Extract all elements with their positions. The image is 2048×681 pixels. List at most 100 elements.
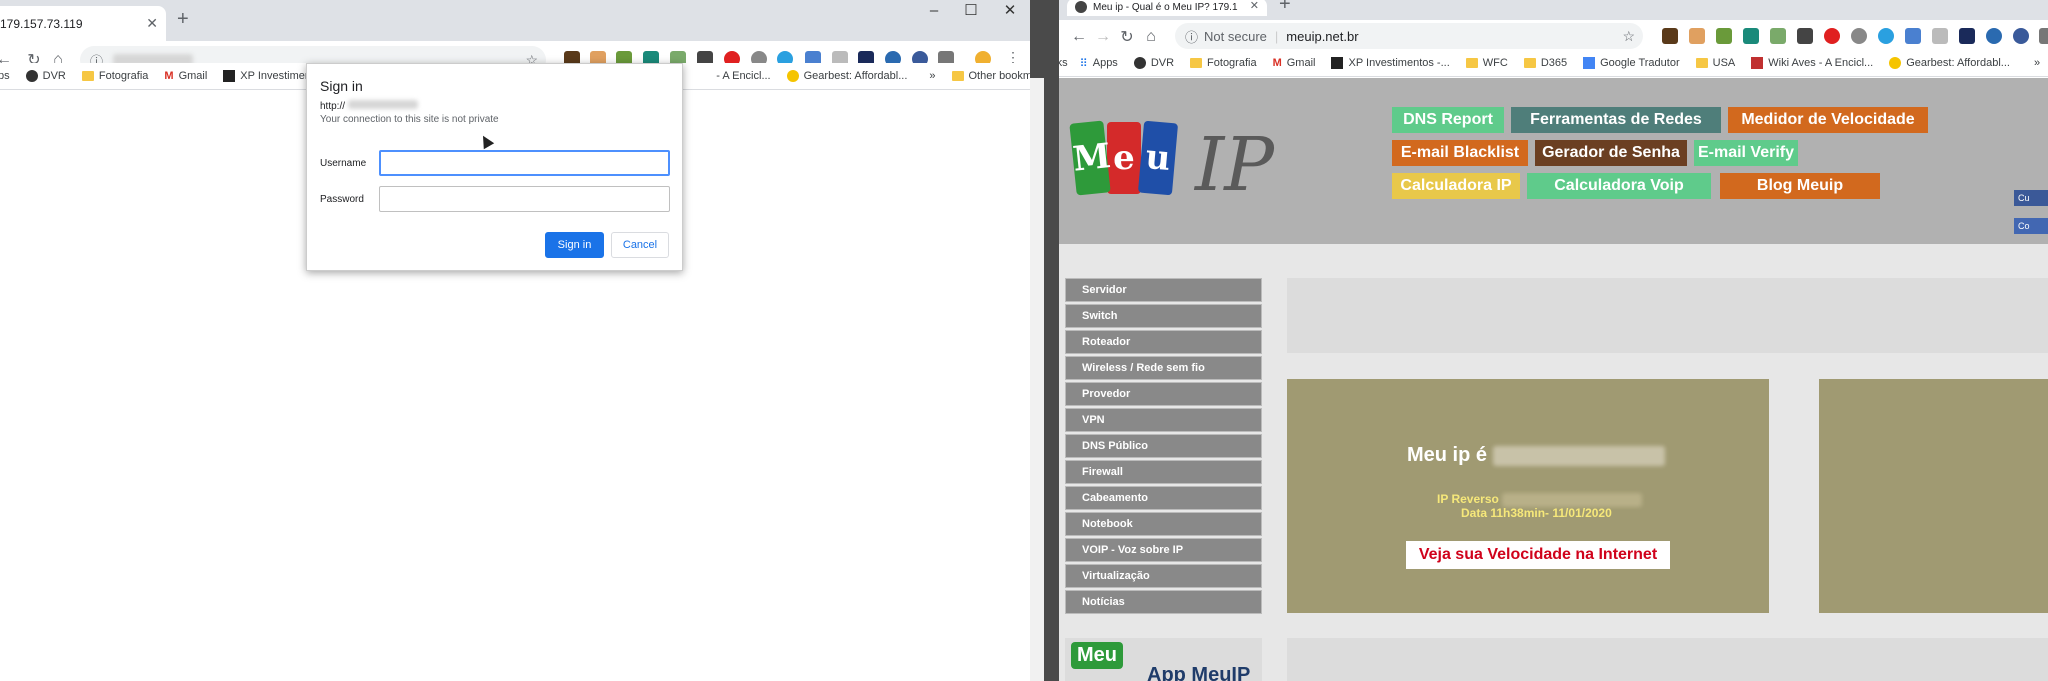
lightbulb-icon[interactable] [1851,28,1867,44]
other-bookmarks[interactable]: Other bookmarks [951,70,1030,82]
bookmark-item[interactable]: WFC [1465,57,1508,69]
close-tab-icon[interactable]: ✕ [146,15,158,32]
nav-medidor-de-velocidade[interactable]: Medidor de Velocidade [1728,107,1928,133]
bookmark-item[interactable]: USA [1695,57,1736,69]
extension-icon[interactable] [1743,28,1759,44]
close-tab-icon[interactable]: ✕ [1250,0,1259,12]
nav-gerador-de-senha[interactable]: Gerador de Senha [1535,140,1687,166]
cancel-button[interactable]: Cancel [611,232,669,258]
browser-window-right: Meu ip - Qual é o Meu IP? 179.1 ✕ + ← → … [1059,0,2048,681]
bookmark-item[interactable]: M Gmail [164,70,207,82]
sidebar-item-firewall[interactable]: Firewall [1065,460,1262,484]
sidebar-item-noticias[interactable]: Notícias [1065,590,1262,614]
bookmark-partial[interactable]: rks [1059,57,1068,69]
username-input[interactable] [379,150,670,176]
bookmark-item[interactable]: Gearbest: Affordabl... [786,70,907,82]
sidebar-item-voip[interactable]: VOIP - Voz sobre IP [1065,538,1262,562]
site-header: Me u IP DNS Report Ferramentas de Redes M… [1059,78,2048,244]
password-input[interactable] [379,186,670,212]
close-window-button[interactable]: ✕ [990,0,1030,24]
tab-active[interactable]: 179.157.73.119 ✕ [0,6,166,41]
bookmark-item[interactable]: Fotografia [1190,57,1257,69]
reload-icon[interactable]: ↻ [1115,25,1139,49]
speed-test-button[interactable]: Veja sua Velocidade na Internet [1406,541,1670,569]
extension-icon[interactable] [1824,28,1840,44]
scrollbar[interactable] [1030,78,1044,681]
sidebar-item-servidor[interactable]: Servidor [1065,278,1262,302]
username-row: Username [320,150,670,176]
address-bar[interactable]: ⓘ Not secure | meuip.net.br ☆ [1175,23,1643,49]
xp-icon [223,70,236,82]
logo-letter: u [1137,120,1179,196]
facebook-share-button[interactable]: Co [2014,218,2048,234]
cloud-icon[interactable] [1878,28,1894,44]
bookmark-item[interactable]: Google Tradutor [1583,57,1680,69]
extension-icon[interactable] [2039,28,2048,44]
extension-icon[interactable] [2013,28,2029,44]
sidebar-item-cabeamento[interactable]: Cabeamento [1065,486,1262,510]
sidebar-item-wireless[interactable]: Wireless / Rede sem fio [1065,356,1262,380]
sidebar-item-roteador[interactable]: Roteador [1065,330,1262,354]
bookmark-item[interactable]: ⠿ Apps [1080,57,1118,70]
extension-icon[interactable] [1662,28,1678,44]
extension-icon[interactable] [1932,28,1948,44]
bookmark-label: XP Investimentos -... [1348,57,1450,69]
extension-icon[interactable] [1716,28,1732,44]
bookmark-item[interactable]: M Gmail [1273,57,1316,69]
nav-blog-meuip[interactable]: Blog Meuip [1720,173,1880,199]
sign-in-button[interactable]: Sign in [545,232,604,258]
home-icon[interactable]: ⌂ [1139,25,1163,49]
bookmark-label: USA [1712,57,1736,69]
nav-ferramentas-de-redes[interactable]: Ferramentas de Redes [1511,107,1721,133]
bookmark-item[interactable]: DVR [1133,57,1174,69]
bookmark-label: Fotografia [1207,57,1257,69]
sidebar-item-dns-publico[interactable]: DNS Público [1065,434,1262,458]
new-tab-button[interactable]: + [177,9,189,29]
sidebar-item-virtualizacao[interactable]: Virtualização [1065,564,1262,588]
bookmark-item[interactable]: DVR [25,70,66,82]
globe-icon[interactable] [1986,28,2002,44]
bookmark-item[interactable]: Gearbest: Affordabl... [1889,57,2010,69]
bookmark-label: DVR [42,70,66,82]
sidebar-item-vpn[interactable]: VPN [1065,408,1262,432]
bookmarks-overflow[interactable]: » [929,70,935,82]
password-label: Password [320,193,364,205]
minimize-button[interactable]: – [914,0,954,24]
folder-icon [1695,58,1708,68]
back-icon[interactable]: ← [1067,25,1091,49]
extension-icon[interactable] [1689,28,1705,44]
calendar-icon[interactable] [1905,28,1921,44]
sidebar-item-provedor[interactable]: Provedor [1065,382,1262,406]
nav-email-verify[interactable]: E-mail Verify [1694,140,1798,166]
bookmark-star-icon[interactable]: ☆ [1622,28,1635,45]
play-icon[interactable] [1959,28,1975,44]
bookmarks-overflow[interactable]: » [2034,57,2040,69]
favicon-icon [1075,1,1087,13]
bookmark-item[interactable]: D365 [1523,57,1567,69]
meuip-logo[interactable]: Me u IP [1069,120,1274,208]
tab-active[interactable]: Meu ip - Qual é o Meu IP? 179.1 ✕ [1067,0,1267,16]
password-row: Password [320,186,670,212]
sidebar-item-switch[interactable]: Switch [1065,304,1262,328]
bookmark-label: Wiki Aves - A Encicl... [1768,57,1874,69]
dialog-url: http:// [320,100,668,112]
forward-icon[interactable]: → [1091,25,1115,49]
facebook-like-button[interactable]: Cu [2014,190,2048,206]
bookmark-item[interactable]: Fotografia [81,70,148,82]
bookmark-item[interactable]: Wiki Aves - A Encicl... [1751,57,1873,69]
maximize-button[interactable]: ☐ [951,0,991,24]
reverse-ip: IP Reverso [1437,492,1643,507]
sidebar-item-notebook[interactable]: Notebook [1065,512,1262,536]
nav-email-blacklist[interactable]: E-mail Blacklist [1392,140,1528,166]
nav-calculadora-voip[interactable]: Calculadora Voip [1527,173,1711,199]
extension-icon[interactable] [1770,28,1786,44]
camera-icon[interactable] [1797,28,1813,44]
bookmark-item[interactable]: XP Investimentos -... [1331,57,1450,69]
nav-dns-report[interactable]: DNS Report [1392,107,1504,133]
bookmark-item[interactable]: - A Encicl... [716,70,770,82]
nav-calculadora-ip[interactable]: Calculadora IP [1392,173,1520,199]
bookmark-label: Gmail [1286,57,1316,69]
new-tab-button[interactable]: + [1279,0,1291,14]
bookmark-apps-partial[interactable]: ps [0,70,10,82]
app-promo[interactable]: Meu App MeuIP [1065,638,1262,681]
